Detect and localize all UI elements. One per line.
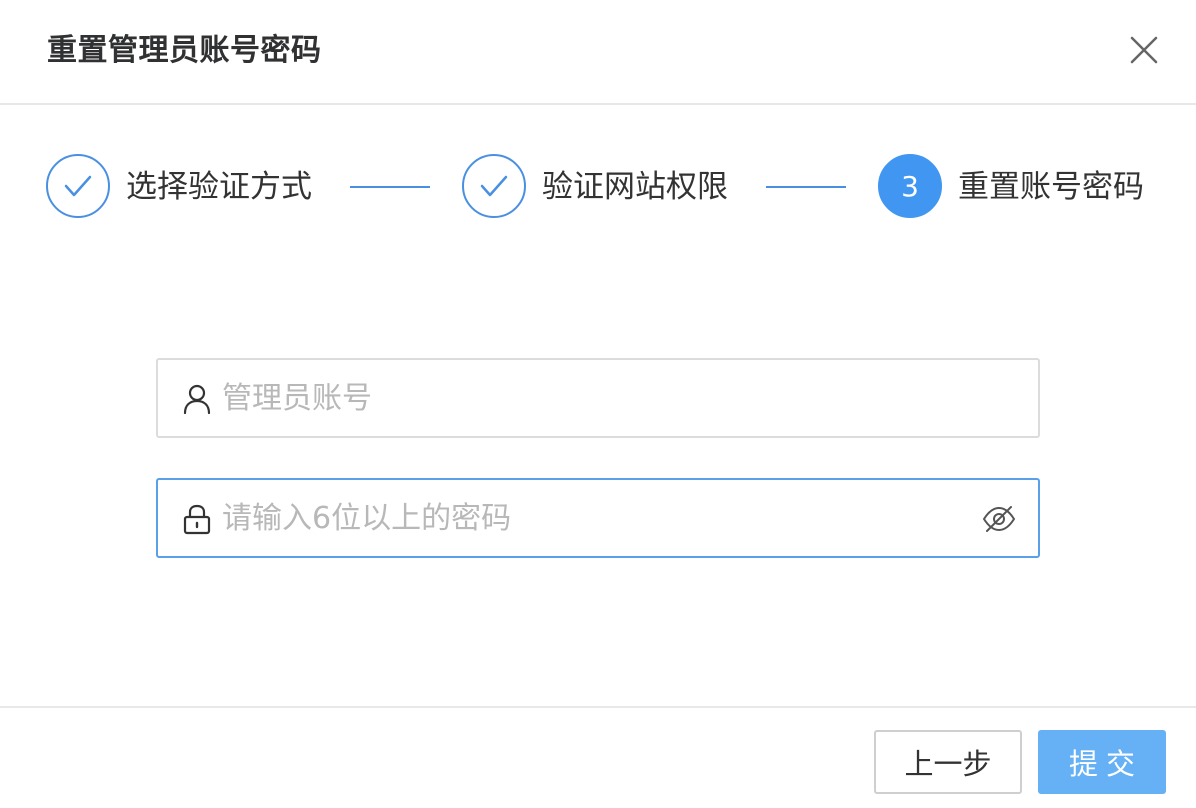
close-button[interactable] xyxy=(1124,30,1164,70)
check-icon xyxy=(480,175,508,197)
steps-indicator: 选择验证方式 验证网站权限 3 重置账号密码 xyxy=(0,150,1196,222)
lock-icon xyxy=(180,502,214,536)
step-3-circle: 3 xyxy=(878,154,942,218)
step-1-label: 选择验证方式 xyxy=(126,169,312,205)
close-icon xyxy=(1130,36,1158,64)
eye-off-icon[interactable] xyxy=(980,500,1018,538)
step-3-label: 重置账号密码 xyxy=(958,169,1144,205)
dialog-header: 重置管理员账号密码 xyxy=(0,0,1196,105)
account-input[interactable] xyxy=(222,360,962,436)
reset-password-dialog: 重置管理员账号密码 选择验证方式 验证网站权限 3 重置账号密码 管理员账号 上… xyxy=(0,0,1196,808)
step-2-circle xyxy=(462,154,526,218)
dialog-footer: 上一步 提交 xyxy=(0,706,1196,808)
submit-button[interactable]: 提交 xyxy=(1038,730,1166,794)
dialog-title: 重置管理员账号密码 xyxy=(47,33,322,68)
step-1-circle xyxy=(46,154,110,218)
check-icon xyxy=(64,175,92,197)
password-input[interactable] xyxy=(222,480,962,556)
user-icon xyxy=(180,382,214,416)
step-connector-2 xyxy=(766,186,846,188)
previous-step-button[interactable]: 上一步 xyxy=(874,730,1022,794)
password-field xyxy=(156,478,1040,558)
step-connector-1 xyxy=(350,186,430,188)
step-2-label: 验证网站权限 xyxy=(542,169,728,205)
account-field xyxy=(156,358,1040,438)
